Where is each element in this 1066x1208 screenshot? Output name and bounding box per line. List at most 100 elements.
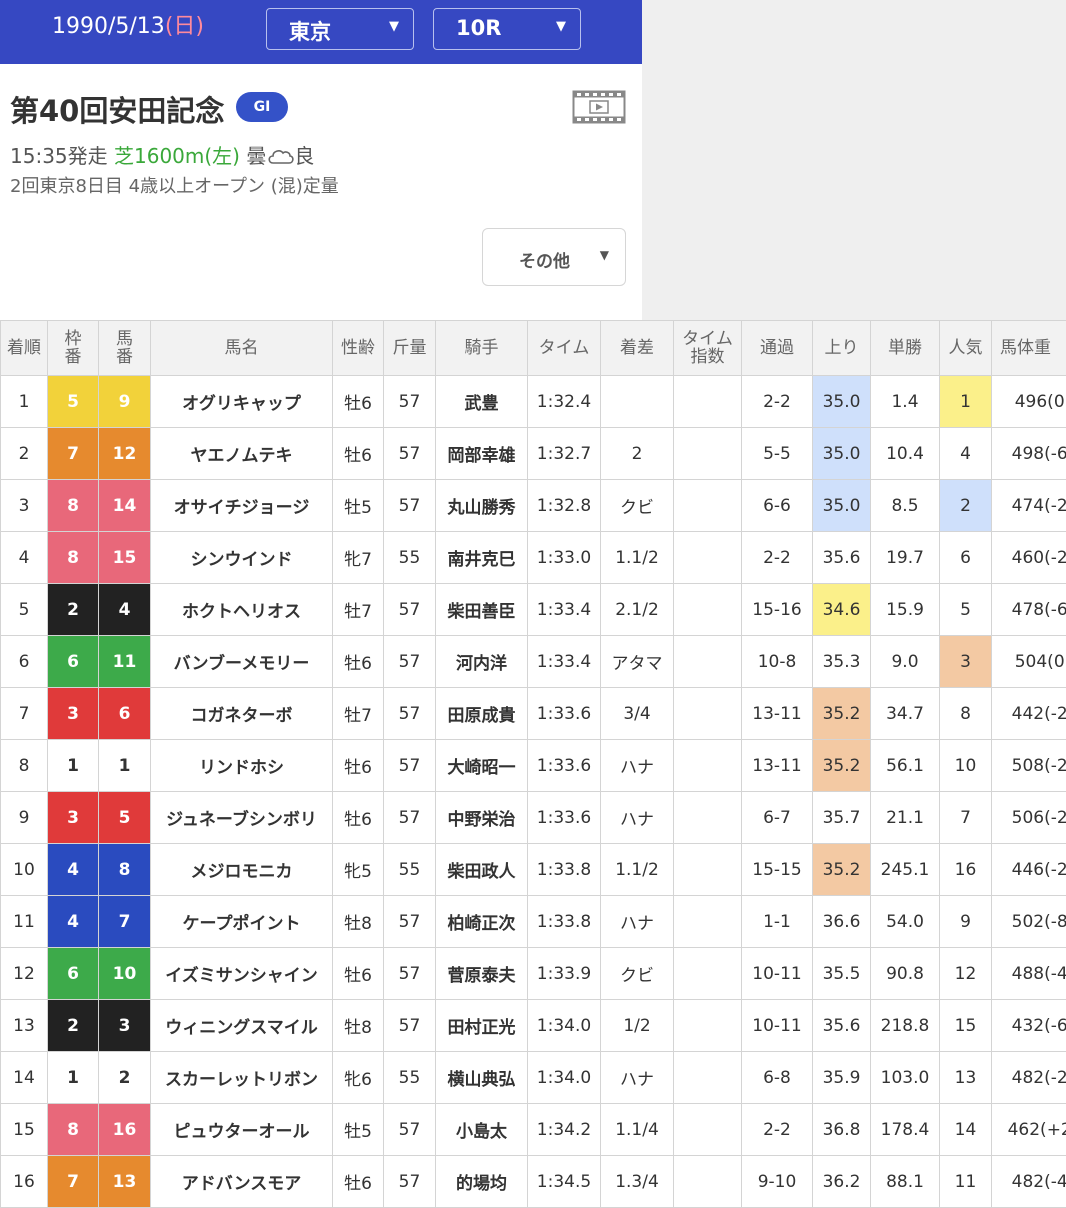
column-header[interactable]: 着順 — [1, 321, 48, 376]
horse-name-link[interactable]: オサイチジョージ — [151, 480, 333, 532]
horse-name-link[interactable]: ジュネーブシンボリ — [151, 792, 333, 844]
table-row: 3814オサイチジョージ牡557丸山勝秀1:32.8クビ6-635.08.524… — [1, 480, 1066, 532]
popularity-cell: 9 — [940, 896, 992, 948]
win-odds-cell: 54.0 — [871, 896, 940, 948]
jockey-link[interactable]: 柴田善臣 — [436, 584, 528, 636]
horse-number-cell: 14 — [99, 480, 151, 532]
horse-weight-cell: 498(-6) — [992, 428, 1066, 480]
column-header[interactable]: 単勝 — [871, 321, 940, 376]
column-header[interactable]: タイム指数 — [674, 321, 742, 376]
jockey-link[interactable]: 小島太 — [436, 1104, 528, 1156]
column-header[interactable]: 枠番 — [48, 321, 99, 376]
jockey-link[interactable]: 河内洋 — [436, 636, 528, 688]
jockey-link[interactable]: 柏崎正次 — [436, 896, 528, 948]
horse-name-link[interactable]: スカーレットリボン — [151, 1052, 333, 1104]
horse-number-cell: 4 — [99, 584, 151, 636]
jockey-link[interactable]: 柴田政人 — [436, 844, 528, 896]
jockey-link[interactable]: 中野栄治 — [436, 792, 528, 844]
jockey-link[interactable]: 菅原泰夫 — [436, 948, 528, 1000]
horse-name-link[interactable]: コガネターボ — [151, 688, 333, 740]
passing-order-cell: 13-11 — [742, 740, 813, 792]
horse-name-link[interactable]: メジロモニカ — [151, 844, 333, 896]
column-header[interactable]: タイム — [528, 321, 601, 376]
sex-age-cell: 牝7 — [333, 532, 384, 584]
sex-age-cell: 牝6 — [333, 1052, 384, 1104]
jockey-link[interactable]: 横山典弘 — [436, 1052, 528, 1104]
horse-weight-cell: 508(-2) — [992, 740, 1066, 792]
time-cell: 1:33.8 — [528, 844, 601, 896]
venue-select[interactable]: 東京 ▼ — [266, 8, 414, 50]
movie-icon[interactable] — [572, 90, 626, 124]
horse-number-cell: 8 — [99, 844, 151, 896]
horse-name-link[interactable]: オグリキャップ — [151, 376, 333, 428]
margin-cell: ハナ — [601, 792, 674, 844]
race-conditions: 15:35発走 芝1600m(左) 曇良 — [10, 140, 314, 169]
win-odds-cell: 15.9 — [871, 584, 940, 636]
last-3f-cell: 34.6 — [813, 584, 871, 636]
results-table: 着順枠番馬番馬名性齢斤量騎手タイム着差タイム指数通過上り単勝人気馬体重 159オ… — [0, 320, 1066, 1208]
sex-age-cell: 牡6 — [333, 740, 384, 792]
column-header[interactable]: 上り — [813, 321, 871, 376]
chevron-down-icon: ▼ — [556, 19, 566, 34]
time-index-cell — [674, 1000, 742, 1052]
win-odds-cell: 218.8 — [871, 1000, 940, 1052]
column-header[interactable]: 性齢 — [333, 321, 384, 376]
time-index-cell — [674, 584, 742, 636]
horse-name-link[interactable]: リンドホシ — [151, 740, 333, 792]
column-header[interactable]: 馬体重 — [992, 321, 1066, 376]
last-3f-cell: 35.7 — [813, 792, 871, 844]
horse-weight-cell: 504(0) — [992, 636, 1066, 688]
horse-weight-cell: 488(-4) — [992, 948, 1066, 1000]
jockey-link[interactable]: 大崎昭一 — [436, 740, 528, 792]
jockey-link[interactable]: 田村正光 — [436, 1000, 528, 1052]
horse-number-cell: 10 — [99, 948, 151, 1000]
top-bar: 1990/5/13(日) 東京 ▼ 10R ▼ — [0, 0, 642, 64]
jockey-link[interactable]: 丸山勝秀 — [436, 480, 528, 532]
column-header[interactable]: 人気 — [940, 321, 992, 376]
last-3f-cell: 35.2 — [813, 844, 871, 896]
margin-cell: 1.1/2 — [601, 532, 674, 584]
time-index-cell — [674, 792, 742, 844]
horse-name-link[interactable]: ヤエノムテキ — [151, 428, 333, 480]
sex-age-cell: 牡7 — [333, 688, 384, 740]
other-menu-button[interactable]: その他 ▼ — [482, 228, 626, 286]
table-row: 1147ケープポイント牡857柏崎正次1:33.8ハナ1-136.654.095… — [1, 896, 1066, 948]
win-odds-cell: 245.1 — [871, 844, 940, 896]
last-3f-cell: 35.0 — [813, 480, 871, 532]
popularity-cell: 14 — [940, 1104, 992, 1156]
horse-name-link[interactable]: バンブーメモリー — [151, 636, 333, 688]
horse-number-cell: 3 — [99, 1000, 151, 1052]
jockey-link[interactable]: 田原成貴 — [436, 688, 528, 740]
table-row: 159オグリキャップ牡657武豊1:32.42-235.01.41496(0) — [1, 376, 1066, 428]
cloud-icon — [266, 146, 294, 166]
race-title: 第40回安田記念 — [10, 88, 224, 130]
column-header[interactable]: 通過 — [742, 321, 813, 376]
column-header[interactable]: 騎手 — [436, 321, 528, 376]
table-body: 159オグリキャップ牡657武豊1:32.42-235.01.41496(0) 2… — [1, 376, 1066, 1208]
horse-name-link[interactable]: ピュウターオール — [151, 1104, 333, 1156]
table-row: 12610イズミサンシャイン牡657菅原泰夫1:33.9クビ10-1135.59… — [1, 948, 1066, 1000]
jockey-link[interactable]: 南井克巳 — [436, 532, 528, 584]
horse-name-link[interactable]: ウィニングスマイル — [151, 1000, 333, 1052]
jockey-link[interactable]: 岡部幸雄 — [436, 428, 528, 480]
table-row: 524ホクトヘリオス牡757柴田善臣1:33.42.1/215-1634.615… — [1, 584, 1066, 636]
race-number-select[interactable]: 10R ▼ — [433, 8, 581, 50]
horse-name-link[interactable]: ケープポイント — [151, 896, 333, 948]
rank-cell: 7 — [1, 688, 48, 740]
column-header[interactable]: 斤量 — [384, 321, 436, 376]
horse-number-cell: 1 — [99, 740, 151, 792]
time-index-cell — [674, 844, 742, 896]
column-header[interactable]: 馬番 — [99, 321, 151, 376]
jockey-link[interactable]: 武豊 — [436, 376, 528, 428]
horse-name-link[interactable]: シンウインド — [151, 532, 333, 584]
column-header[interactable]: 着差 — [601, 321, 674, 376]
frame-cell: 1 — [48, 1052, 99, 1104]
column-header[interactable]: 馬名 — [151, 321, 333, 376]
sex-age-cell: 牡6 — [333, 792, 384, 844]
rank-cell: 8 — [1, 740, 48, 792]
horse-name-link[interactable]: ホクトヘリオス — [151, 584, 333, 636]
margin-cell: 3/4 — [601, 688, 674, 740]
margin-cell — [601, 376, 674, 428]
weight-carried-cell: 57 — [384, 948, 436, 1000]
horse-name-link[interactable]: イズミサンシャイン — [151, 948, 333, 1000]
